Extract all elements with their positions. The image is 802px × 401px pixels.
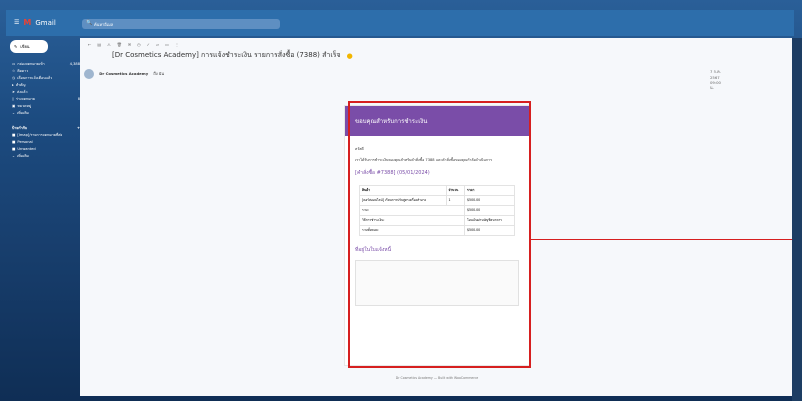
gmail-m-icon: M: [23, 18, 32, 27]
order-table: สินค้า จำนวน ราคา [คอร์สออนไลน์] เรียนกา…: [358, 185, 515, 236]
menu-icon[interactable]: ☰: [14, 19, 19, 26]
search-icon[interactable]: 🔍: [86, 20, 92, 26]
important-icon: ▸: [12, 82, 14, 87]
snooze-icon[interactable]: ◷: [137, 42, 141, 47]
sidebar-item-categories[interactable]: ▣ หมวดหมู่: [10, 102, 80, 109]
category-icon: ▣: [12, 103, 16, 108]
table-row: วิธีการชำระเงิน: โอนเงินผ่านบัญชีธนาคาร: [358, 215, 515, 226]
labels-heading: ป้ายกำกับ +: [12, 125, 80, 130]
table-row: รวม: $500.00: [358, 205, 515, 216]
message-toolbar: ← ▤ ⚠ 🗑 ✉ ◷ ✓ ▱ ▭ ⋮: [80, 38, 792, 50]
sidebar-item-important[interactable]: ▸ สำคัญ: [10, 81, 80, 88]
side-panel: [792, 38, 802, 401]
table-header: ราคา: [464, 185, 515, 196]
sent-to: ถึง ฉัน: [153, 71, 164, 76]
sender-name: Dr Cosmetics Academy: [99, 71, 149, 76]
email-banner: ขอบคุณสำหรับการชำระเงิน: [345, 106, 529, 136]
chevron-down-icon: ⌄: [12, 110, 16, 115]
label-icon: ■: [12, 132, 16, 137]
sidebar-item-inbox[interactable]: ▭ กล่องจดหมายเข้า 4,388: [10, 60, 80, 67]
email-date: 7 ก.ค. 2567 09:00 น.: [710, 69, 721, 90]
billing-address-title: ที่อยู่ในใบแจ้งหนี้: [355, 247, 392, 253]
star-icon: ☆: [12, 68, 16, 73]
report-icon[interactable]: ⚠: [107, 42, 111, 47]
label-icon: ■: [12, 139, 16, 144]
inbox-icon: ▭: [12, 61, 16, 66]
delete-icon[interactable]: 🗑: [117, 42, 122, 47]
important-marker-icon[interactable]: ●: [347, 52, 353, 60]
search-input[interactable]: 🔍 ค้นหาอีเมล: [82, 19, 280, 29]
back-icon[interactable]: ←: [88, 42, 91, 47]
table-header: จำนวน: [445, 185, 466, 196]
pencil-icon: ✎: [14, 44, 18, 49]
sidebar-item-starred[interactable]: ☆ ติดดาว: [10, 67, 80, 74]
archive-icon[interactable]: ▤: [97, 42, 101, 47]
label-item[interactable]: ■ Personal: [10, 138, 80, 145]
table-header: สินค้า: [359, 185, 447, 196]
billing-address-box: [355, 260, 519, 306]
table-row: [คอร์สออนไลน์] เรียนการปรับสูตรเครื่องสำ…: [359, 195, 515, 206]
body-text: เราได้รับการชำระเงินของคุณสำหรับคำสั่งซื…: [355, 158, 493, 162]
chevron-down-icon: ⌄: [12, 153, 16, 158]
send-icon: ➤: [12, 89, 16, 94]
email-footer: Dr Cosmetics Academy — Built with WooCom…: [395, 376, 479, 380]
label-item[interactable]: ■ [Imap]/รายการจดหมายที่ส่ง: [10, 131, 80, 138]
email-subject: [Dr Cosmetics Academy] การแจ้งชำระเงิน ร…: [112, 51, 353, 60]
table-row: รวมทั้งหมด: $500.00: [358, 225, 515, 236]
highlight-line: [531, 239, 794, 240]
compose-label: เขียน: [20, 44, 30, 49]
draft-icon: ▯: [12, 96, 14, 101]
label-item[interactable]: ■ Unwanted: [10, 145, 80, 152]
sidebar: ▭ กล่องจดหมายเข้า 4,388 ☆ ติดดาว ◷ เลื่อนการ…: [10, 60, 80, 400]
greeting: สวัสดี: [355, 147, 364, 151]
task-icon[interactable]: ✓: [147, 42, 150, 47]
app-name: Gmail: [35, 18, 56, 27]
order-title: [คำสั่งซื้อ #7388] (05/01/2024): [355, 170, 430, 176]
move-icon[interactable]: ▱: [156, 42, 159, 47]
clock-icon: ◷: [12, 75, 16, 80]
sidebar-item-snoozed[interactable]: ◷ เลื่อนการแจ้งเตือนแล้ว: [10, 74, 80, 81]
compose-button[interactable]: ✎ เขียน: [10, 40, 48, 53]
gmail-logo[interactable]: ☰ M Gmail: [14, 18, 56, 27]
label-icon: ■: [12, 146, 16, 151]
sidebar-item-sent[interactable]: ➤ ส่งแล้ว: [10, 88, 80, 95]
sidebar-item-more[interactable]: ⌄ เพิ่มเติม: [10, 109, 80, 116]
message-view: ← ▤ ⚠ 🗑 ✉ ◷ ✓ ▱ ▭ ⋮ [Dr Cosmetics Academ…: [80, 38, 792, 396]
avatar[interactable]: [84, 69, 94, 79]
more-icon[interactable]: ⋮: [175, 42, 179, 47]
mail-icon[interactable]: ✉: [128, 42, 131, 47]
search-placeholder: ค้นหาอีเมล: [94, 22, 114, 27]
label-icon[interactable]: ▭: [165, 42, 169, 47]
label-item[interactable]: ⌄ เพิ่มเติม: [10, 152, 80, 159]
email-content: ขอบคุณสำหรับการชำระเงิน สวัสดี เราได้รับ…: [344, 105, 530, 366]
sender-block: Dr Cosmetics Academy ถึง ฉัน 7 ก.ค. 2567…: [84, 69, 721, 90]
sidebar-item-drafts[interactable]: ▯ ร่างจดหมาย 8: [10, 95, 80, 102]
